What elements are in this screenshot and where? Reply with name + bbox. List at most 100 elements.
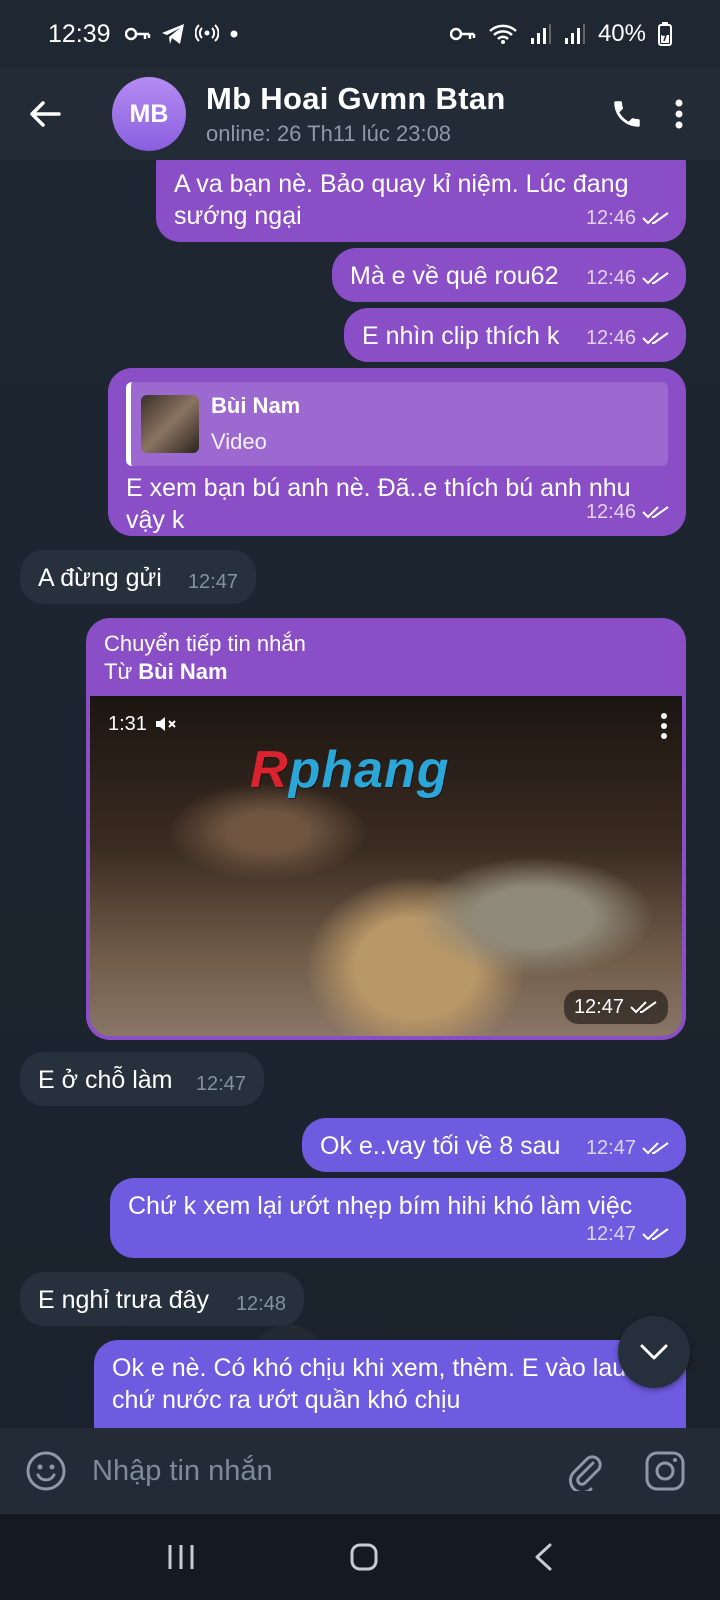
telegram-icon (161, 24, 184, 44)
emoji-button[interactable] (0, 1428, 92, 1514)
double-check-icon (642, 212, 669, 225)
mute-icon[interactable] (155, 715, 177, 733)
message-time: 12:46 (585, 207, 636, 229)
key-icon (124, 27, 150, 41)
status-icons-left (124, 23, 239, 45)
double-check-icon (642, 1142, 669, 1155)
message-meta: 12:46 (586, 202, 670, 234)
emoji-icon (26, 1451, 66, 1491)
back-button[interactable] (0, 68, 90, 160)
double-check-icon (642, 272, 669, 285)
message-time: 12:47 (573, 996, 624, 1018)
message-text: A va bạn nè. Bảo quay kỉ niệm. Lúc đang … (174, 170, 629, 230)
message-meta: 12:47 (188, 566, 238, 598)
vpn-key-icon (449, 27, 476, 41)
watermark-rest: phang (288, 741, 450, 799)
header-actions (610, 97, 684, 131)
message-time: 12:47 (187, 571, 238, 593)
dot-icon (230, 30, 238, 38)
message-text: Mà e về quê rou62 (350, 262, 559, 290)
message-meta: 12:47 (586, 1132, 670, 1164)
forward-from-name: Bùi Nam (138, 659, 228, 684)
forward-source[interactable]: Từ Bùi Nam (104, 658, 668, 686)
message-meta: 12:47 (196, 1068, 246, 1100)
message-text: E nghỉ trưa đây (38, 1286, 209, 1314)
contact-name: Mb Hoai Gvmn Btan (206, 81, 506, 116)
message-meta: 12:47 (586, 1218, 670, 1250)
message-time: 12:46 (585, 327, 636, 349)
chat-title-block[interactable]: Mb Hoai Gvmn Btan online: 26 Th11 lúc 23… (206, 81, 610, 147)
message-time: 12:46 (585, 267, 636, 289)
chevron-down-icon (640, 1344, 668, 1360)
message-time: 12:47 (585, 1137, 636, 1159)
back-arrow-icon (30, 101, 61, 127)
camera-button[interactable] (630, 1428, 700, 1514)
status-bar: 12:39 40% (0, 0, 720, 68)
message-bubble-in[interactable]: E ở chỗ làm 12:47 (20, 1052, 264, 1106)
message-bubble-out-reply[interactable]: Bùi Nam Video E xem bạn bú anh nè. Đã..e… (108, 368, 686, 536)
message-meta: 12:46 (586, 322, 670, 354)
more-vert-icon[interactable] (674, 98, 684, 130)
home-icon[interactable] (349, 1542, 379, 1572)
video-timestamp: 12:47 (563, 990, 668, 1024)
message-input[interactable] (92, 1441, 550, 1501)
message-meta: 12:46 (586, 262, 670, 294)
message-bubble-out[interactable]: Ok e nè. Có khó chịu khi xem, thèm. E và… (94, 1340, 686, 1428)
double-check-icon (630, 1001, 657, 1014)
message-meta: 12:48 (236, 1288, 286, 1320)
message-input-bar (0, 1428, 720, 1514)
video-more-icon[interactable] (660, 712, 668, 740)
video-duration-badge: 1:31 (108, 710, 177, 738)
message-bubble-out[interactable]: Chứ k xem lại ướt nhẹp bím hihi khó làm … (110, 1178, 686, 1258)
phone-icon[interactable] (610, 97, 644, 131)
message-text: E ở chỗ làm (38, 1066, 173, 1094)
message-meta: 12:46 (586, 496, 670, 528)
double-check-icon (642, 1228, 669, 1241)
avatar[interactable]: MB (112, 77, 186, 151)
message-bubble-out[interactable]: E nhìn clip thích k 12:46 (344, 308, 686, 362)
reply-thumbnail (141, 395, 199, 453)
double-check-icon (642, 332, 669, 345)
recents-icon[interactable] (166, 1543, 196, 1571)
video-player[interactable]: 1:31 Rphang 12:47 (90, 696, 682, 1036)
hotspot-icon (194, 24, 219, 42)
camera-icon (645, 1451, 685, 1491)
message-text: A đừng gửi (38, 564, 162, 592)
message-text: Ok e..vay tối về 8 sau (320, 1132, 561, 1160)
status-time: 12:39 (48, 19, 111, 48)
attach-button[interactable] (550, 1428, 620, 1514)
forward-label: Chuyển tiếp tin nhắn (104, 631, 306, 656)
wifi-icon (489, 24, 517, 44)
message-bubble-forwarded-video[interactable]: Chuyển tiếp tin nhắn Từ Bùi Nam 1:31 Rph… (86, 618, 686, 1040)
message-time: 12:48 (235, 1293, 286, 1315)
message-bubble-in[interactable]: A đừng gửi 12:47 (20, 550, 256, 604)
battery-percent: 40% (597, 20, 646, 47)
message-bubble-in[interactable]: E nghỉ trưa đây 12:48 (20, 1272, 304, 1326)
status-icons-right: 40% (449, 20, 672, 48)
message-text: E nhìn clip thích k (362, 322, 560, 350)
back-nav-icon[interactable] (532, 1542, 554, 1572)
forward-from-prefix: Từ (104, 659, 133, 684)
message-bubble-out[interactable]: Ok e..vay tối về 8 sau 12:47 (302, 1118, 686, 1172)
attach-icon (569, 1455, 602, 1491)
message-time: 12:47 (585, 1223, 636, 1245)
reply-sender: Bùi Nam (211, 393, 301, 418)
message-bubble-out[interactable]: Mà e về quê rou62 12:46 (332, 248, 686, 302)
chat-header: MB Mb Hoai Gvmn Btan online: 26 Th11 lúc… (0, 68, 720, 160)
message-time: 12:47 (195, 1073, 246, 1095)
message-text: Chứ k xem lại ướt nhẹp bím hihi khó làm … (128, 1192, 633, 1220)
signal-icon-2 (564, 24, 585, 44)
system-nav-bar (0, 1514, 720, 1600)
reply-type: Video (211, 429, 267, 454)
video-duration: 1:31 (108, 713, 147, 735)
video-watermark: Rphang (250, 744, 450, 796)
contact-status: online: 26 Th11 lúc 23:08 (206, 121, 452, 146)
message-time: 12:46 (585, 501, 636, 523)
message-bubble-out[interactable]: A va bạn nè. Bảo quay kỉ niệm. Lúc đang … (156, 160, 686, 242)
scroll-down-button[interactable] (618, 1316, 690, 1388)
signal-icon (530, 24, 551, 44)
battery-charging-icon (658, 22, 672, 46)
message-list[interactable]: A va bạn nè. Bảo quay kỉ niệm. Lúc đang … (0, 160, 720, 1428)
reply-preview[interactable]: Bùi Nam Video (126, 382, 668, 466)
double-check-icon (642, 506, 669, 519)
